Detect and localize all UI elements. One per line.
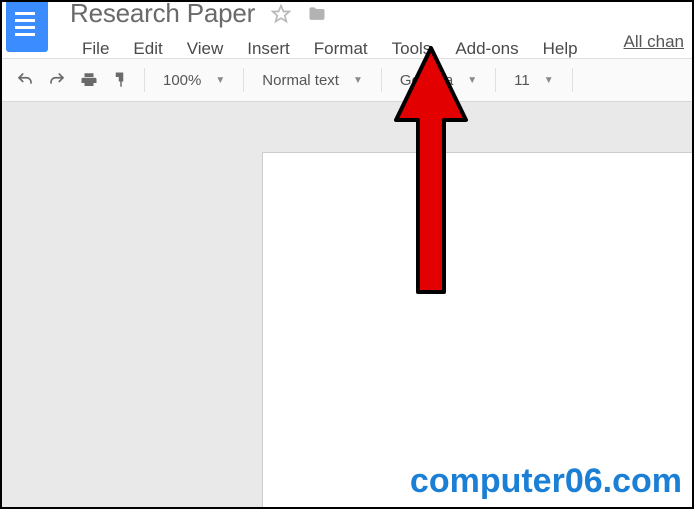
docs-logo-icon[interactable] <box>6 0 48 52</box>
document-title[interactable]: Research Paper <box>70 0 255 29</box>
menu-file[interactable]: File <box>70 35 121 63</box>
menu-addons[interactable]: Add-ons <box>443 35 530 63</box>
paint-format-button[interactable] <box>106 65 136 95</box>
menu-tools[interactable]: Tools <box>380 35 444 63</box>
caret-down-icon: ▼ <box>544 75 554 86</box>
watermark-text: computer06.com <box>410 462 682 501</box>
font-size-value: 11 <box>514 72 530 89</box>
document-canvas[interactable] <box>2 102 692 507</box>
menu-format[interactable]: Format <box>302 35 380 63</box>
menu-view[interactable]: View <box>175 35 236 63</box>
menu-help[interactable]: Help <box>531 35 590 63</box>
paragraph-style-dropdown[interactable]: Normal text ▼ <box>252 65 373 95</box>
toolbar-separator <box>381 68 382 92</box>
title-area: Research Paper File Edit View Insert For… <box>48 6 590 63</box>
font-dropdown[interactable]: Georgia ▼ <box>390 65 487 95</box>
undo-button[interactable] <box>10 65 40 95</box>
toolbar-separator <box>495 68 496 92</box>
move-folder-icon[interactable] <box>307 4 327 24</box>
style-value: Normal text <box>262 72 339 89</box>
page[interactable] <box>262 152 694 509</box>
star-icon[interactable] <box>271 4 291 24</box>
menu-insert[interactable]: Insert <box>235 35 302 63</box>
menu-bar: File Edit View Insert Format Tools Add-o… <box>70 35 590 63</box>
toolbar: 100% ▼ Normal text ▼ Georgia ▼ 11 ▼ <box>2 58 692 102</box>
toolbar-separator <box>243 68 244 92</box>
redo-button[interactable] <box>42 65 72 95</box>
menu-edit[interactable]: Edit <box>121 35 174 63</box>
toolbar-separator <box>572 68 573 92</box>
caret-down-icon: ▼ <box>353 75 363 86</box>
zoom-value: 100% <box>163 72 201 89</box>
font-value: Georgia <box>400 72 453 89</box>
toolbar-separator <box>144 68 145 92</box>
changes-link[interactable]: All chan <box>624 32 684 52</box>
header-bar: Research Paper File Edit View Insert For… <box>2 2 692 58</box>
zoom-dropdown[interactable]: 100% ▼ <box>153 65 235 95</box>
font-size-dropdown[interactable]: 11 ▼ <box>504 65 563 95</box>
print-button[interactable] <box>74 65 104 95</box>
doc-title-row: Research Paper <box>70 0 590 29</box>
caret-down-icon: ▼ <box>467 75 477 86</box>
caret-down-icon: ▼ <box>215 75 225 86</box>
